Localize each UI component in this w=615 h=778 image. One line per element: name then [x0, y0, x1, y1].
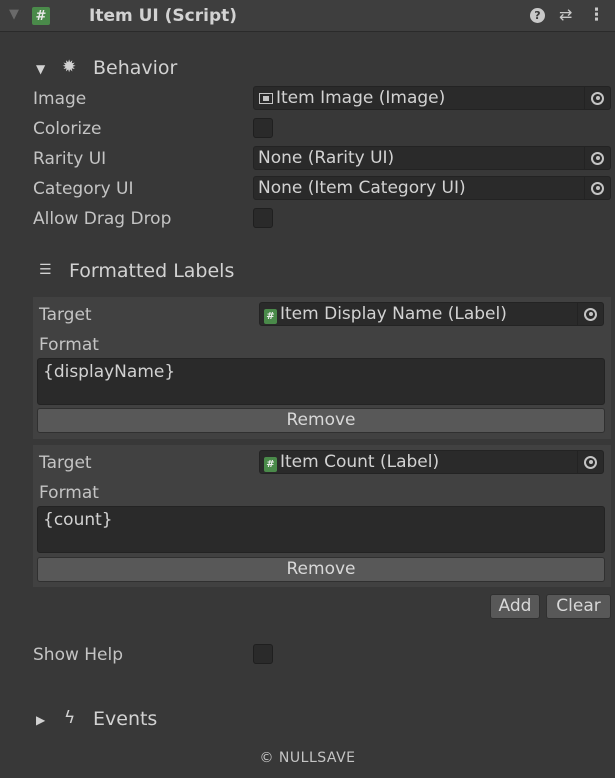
- events-section-title[interactable]: Events: [93, 708, 157, 730]
- image-field-value: Item Image (Image): [276, 88, 446, 108]
- remove-button[interactable]: Remove: [37, 408, 605, 433]
- lightning-icon: ϟ: [64, 708, 76, 728]
- format-label: Format: [39, 483, 99, 503]
- script-icon: #: [264, 457, 277, 472]
- footer-copyright: © NULLSAVE: [259, 750, 356, 766]
- target-label: Target: [39, 453, 92, 473]
- context-menu-icon[interactable]: ⋮: [588, 5, 605, 25]
- image-label: Image: [33, 89, 87, 109]
- formatted-labels-title: Formatted Labels: [69, 260, 235, 282]
- object-picker-icon: [584, 307, 597, 321]
- colorize-label: Colorize: [33, 119, 102, 139]
- help-icon[interactable]: ?: [530, 8, 545, 23]
- category-ui-field[interactable]: None (Item Category UI): [253, 176, 611, 200]
- object-picker-icon: [584, 455, 597, 469]
- allow-drag-drop-checkbox[interactable]: [253, 208, 273, 228]
- target-field-value: Item Display Name (Label): [280, 304, 507, 324]
- script-icon: #: [32, 7, 50, 25]
- format-textarea[interactable]: {displayName}: [37, 358, 605, 405]
- rarity-ui-label: Rarity UI: [33, 149, 107, 169]
- behavior-expand-arrow-icon[interactable]: ▼: [36, 62, 45, 76]
- collapse-arrow-icon[interactable]: ▼: [9, 7, 19, 22]
- image-field[interactable]: Item Image (Image): [253, 86, 611, 110]
- rarity-ui-field[interactable]: None (Rarity UI): [253, 146, 611, 170]
- add-button[interactable]: Add: [490, 594, 540, 619]
- lightbulb-icon: ✹: [62, 57, 77, 77]
- target-field-value: Item Count (Label): [280, 452, 440, 472]
- target-field[interactable]: # Item Display Name (Label): [259, 302, 604, 326]
- list-icon: ☰: [39, 262, 52, 278]
- show-help-label: Show Help: [33, 645, 124, 665]
- events-expand-arrow-icon[interactable]: ▶: [36, 713, 45, 727]
- clear-button[interactable]: Clear: [546, 594, 611, 619]
- show-help-checkbox[interactable]: [253, 644, 273, 664]
- target-object-picker[interactable]: [577, 450, 603, 474]
- target-label: Target: [39, 305, 92, 325]
- presets-icon[interactable]: ⇄: [559, 5, 572, 24]
- allow-drag-drop-label: Allow Drag Drop: [33, 209, 172, 229]
- object-picker-icon: [591, 181, 604, 195]
- category-ui-label: Category UI: [33, 179, 134, 199]
- component-title: Item UI (Script): [89, 6, 238, 26]
- image-object-picker[interactable]: [584, 86, 610, 110]
- object-picker-icon: [591, 151, 604, 165]
- object-picker-icon: [591, 91, 604, 105]
- behavior-section-title[interactable]: Behavior: [93, 57, 177, 79]
- colorize-checkbox[interactable]: [253, 118, 273, 138]
- image-type-icon: [259, 93, 273, 104]
- format-label: Format: [39, 335, 99, 355]
- rarity-ui-object-picker[interactable]: [584, 146, 610, 170]
- category-ui-object-picker[interactable]: [584, 176, 610, 200]
- script-icon: #: [264, 309, 277, 324]
- format-textarea[interactable]: {count}: [37, 506, 605, 553]
- target-object-picker[interactable]: [577, 302, 603, 326]
- target-field[interactable]: # Item Count (Label): [259, 450, 604, 474]
- remove-button[interactable]: Remove: [37, 557, 605, 582]
